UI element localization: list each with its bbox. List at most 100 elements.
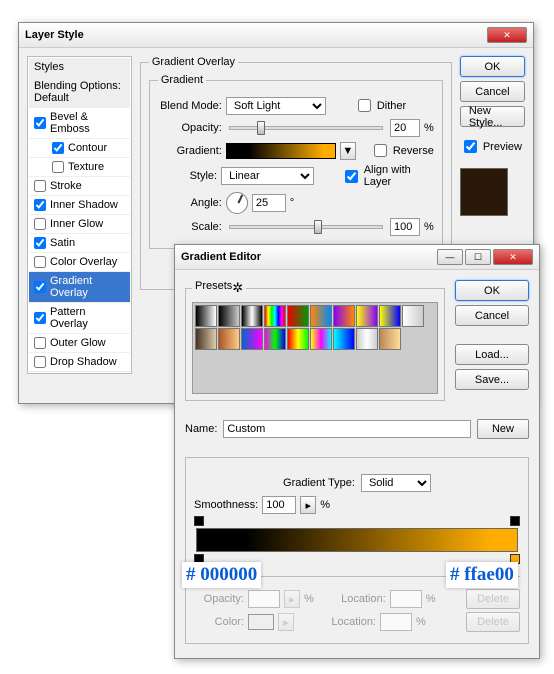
blending-options-header[interactable]: Blending Options: Default — [29, 77, 130, 108]
preset-swatch[interactable] — [356, 328, 378, 350]
hex-annotation-right: # ffae00 — [446, 562, 518, 588]
style-item[interactable]: Texture — [29, 158, 130, 177]
preset-swatch[interactable] — [218, 305, 240, 327]
angle-label: Angle: — [158, 197, 222, 209]
chevron-right-icon[interactable]: ▸ — [300, 496, 316, 514]
stop-color-swatch — [248, 614, 274, 630]
inner-legend: Gradient — [158, 74, 206, 86]
gradient-type-label: Gradient Type: — [283, 477, 355, 489]
opacity-label: Opacity: — [158, 122, 222, 134]
preset-swatch[interactable] — [356, 305, 378, 327]
preset-swatch[interactable] — [379, 328, 401, 350]
gradient-bar[interactable] — [196, 528, 518, 552]
stop-location-label: Location: — [326, 616, 376, 628]
gradient-type-select[interactable]: Solid — [361, 474, 431, 492]
gradient-label: Gradient: — [158, 145, 222, 157]
preset-swatch[interactable] — [195, 328, 217, 350]
preset-swatch[interactable] — [195, 305, 217, 327]
minimize-icon[interactable]: — — [437, 249, 463, 265]
align-checkbox[interactable]: Align with Layer — [341, 164, 434, 188]
cancel-button[interactable]: Cancel — [455, 305, 529, 326]
delete-button: Delete — [466, 589, 520, 609]
preset-swatch[interactable] — [402, 305, 424, 327]
preset-swatch[interactable] — [264, 305, 286, 327]
preset-swatch[interactable] — [310, 328, 332, 350]
save-button[interactable]: Save... — [455, 369, 529, 390]
chevron-right-icon: ▸ — [278, 613, 294, 631]
scale-label: Scale: — [158, 221, 222, 233]
opacity-stop[interactable] — [194, 516, 204, 526]
preset-swatch[interactable] — [287, 328, 309, 350]
preset-swatch[interactable] — [379, 305, 401, 327]
style-item[interactable]: Inner Shadow — [29, 196, 130, 215]
fieldset-legend: Gradient Overlay — [149, 56, 238, 68]
preview-swatch — [460, 168, 508, 216]
preset-swatch[interactable] — [218, 328, 240, 350]
ok-button[interactable]: OK — [455, 280, 529, 301]
styles-header[interactable]: Styles — [29, 58, 130, 77]
opacity-slider[interactable] — [229, 126, 383, 130]
hex-annotation-left: # 000000 — [182, 562, 261, 588]
gradient-preview[interactable] — [226, 143, 336, 159]
preset-swatch[interactable] — [241, 328, 263, 350]
style-select[interactable]: Linear — [221, 167, 314, 185]
opacity-stop[interactable] — [510, 516, 520, 526]
style-item[interactable]: Stroke — [29, 177, 130, 196]
style-item[interactable]: Contour — [29, 139, 130, 158]
stop-opacity-input — [248, 590, 280, 608]
style-item[interactable]: Inner Glow — [29, 215, 130, 234]
ok-button[interactable]: OK — [460, 56, 525, 77]
styles-panel: Styles Blending Options: Default Bevel &… — [27, 56, 132, 374]
gradient-dropdown-icon[interactable]: ▼ — [340, 142, 356, 160]
opacity-input[interactable] — [390, 119, 420, 137]
stop-opacity-label: Opacity: — [194, 593, 244, 605]
load-button[interactable]: Load... — [455, 344, 529, 365]
presets-grid — [192, 302, 438, 394]
style-item[interactable]: Pattern Overlay — [29, 303, 130, 334]
angle-input[interactable] — [252, 194, 286, 212]
scale-slider[interactable] — [229, 225, 383, 229]
angle-dial[interactable] — [226, 192, 248, 214]
stop-location-input — [390, 590, 422, 608]
delete-button: Delete — [466, 612, 520, 632]
preset-swatch[interactable] — [333, 328, 355, 350]
preset-swatch[interactable] — [264, 328, 286, 350]
dither-checkbox[interactable]: Dither — [354, 96, 406, 115]
new-style-button[interactable]: New Style... — [460, 106, 525, 127]
dialog-title: Gradient Editor — [181, 251, 435, 263]
style-item[interactable]: Gradient Overlay — [29, 272, 130, 303]
blend-mode-label: Blend Mode: — [158, 100, 222, 112]
close-icon[interactable]: ✕ — [487, 27, 527, 43]
preset-swatch[interactable] — [241, 305, 263, 327]
preset-swatch[interactable] — [310, 305, 332, 327]
stop-location-label: Location: — [336, 593, 386, 605]
stop-location-input — [380, 613, 412, 631]
preset-swatch[interactable] — [333, 305, 355, 327]
preset-swatch[interactable] — [287, 305, 309, 327]
stop-color-label: Color: — [194, 616, 244, 628]
smoothness-label: Smoothness: — [194, 499, 258, 511]
presets-legend: Presets ✲ — [192, 280, 246, 296]
style-item[interactable]: Drop Shadow — [29, 353, 130, 372]
chevron-right-icon: ▸ — [284, 590, 300, 608]
new-button[interactable]: New — [477, 419, 529, 439]
titlebar: Gradient Editor — ☐ ✕ — [175, 245, 539, 270]
style-item[interactable]: Color Overlay — [29, 253, 130, 272]
titlebar: Layer Style ✕ — [19, 23, 533, 48]
dialog-title: Layer Style — [25, 29, 485, 41]
maximize-icon[interactable]: ☐ — [465, 249, 491, 265]
smoothness-input[interactable] — [262, 496, 296, 514]
style-item[interactable]: Satin — [29, 234, 130, 253]
style-label: Style: — [158, 170, 217, 182]
style-item[interactable]: Bevel & Emboss — [29, 108, 130, 139]
cancel-button[interactable]: Cancel — [460, 81, 525, 102]
reverse-checkbox[interactable]: Reverse — [370, 141, 434, 160]
gear-icon[interactable]: ✲ — [232, 280, 243, 296]
scale-input[interactable] — [390, 218, 420, 236]
name-label: Name: — [185, 423, 217, 435]
blend-mode-select[interactable]: Soft Light — [226, 97, 326, 115]
preview-checkbox[interactable]: Preview — [460, 137, 525, 156]
close-icon[interactable]: ✕ — [493, 249, 533, 265]
name-input[interactable] — [223, 420, 471, 438]
style-item[interactable]: Outer Glow — [29, 334, 130, 353]
